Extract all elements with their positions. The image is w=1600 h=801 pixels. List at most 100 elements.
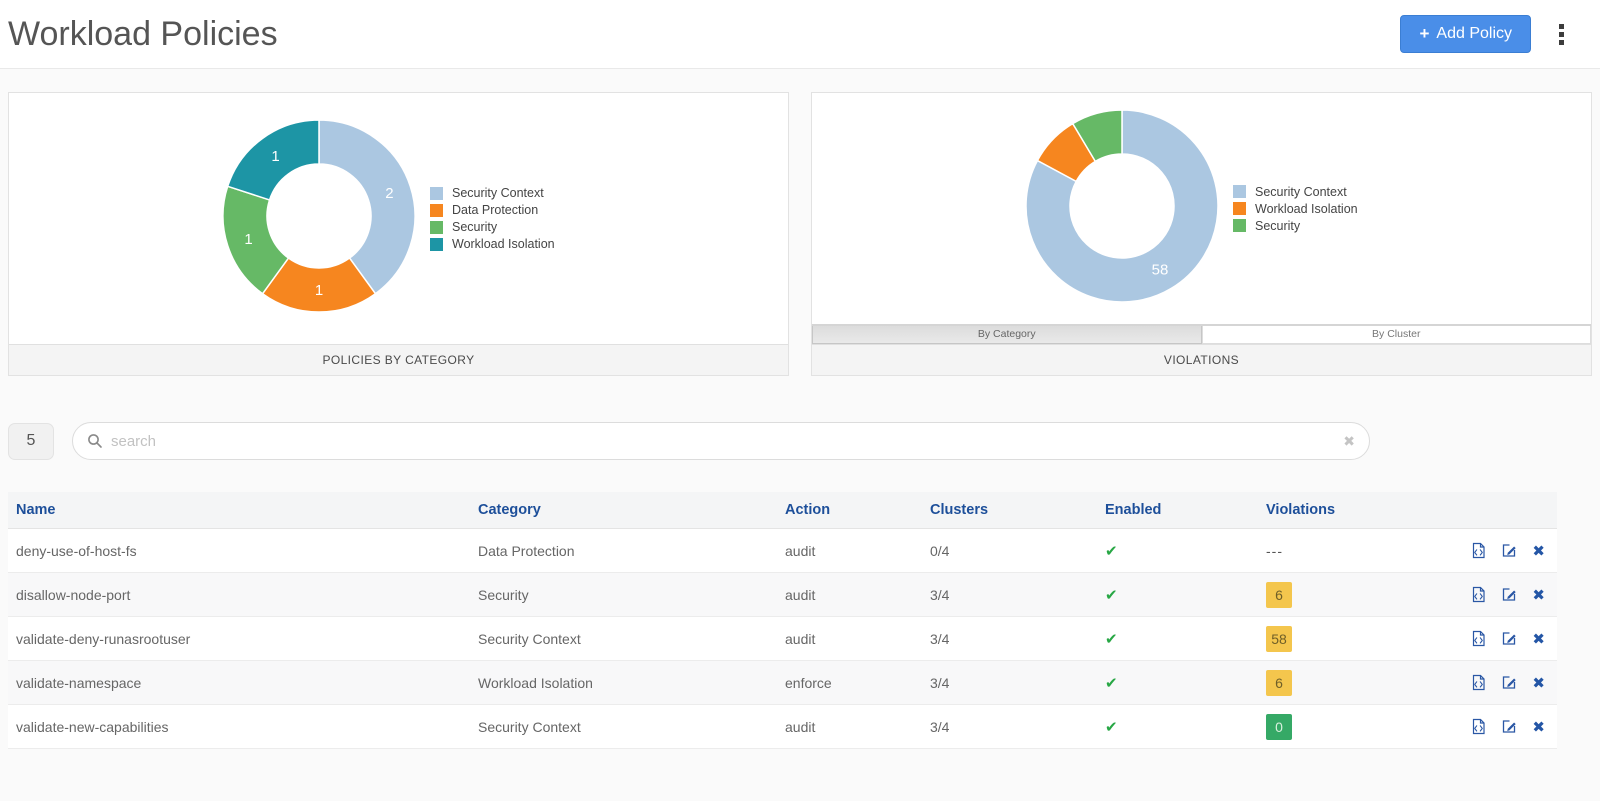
legend-label: Security Context [452, 186, 544, 200]
policies-chart-body: 2111 Security Context Data Protection Secu… [9, 93, 788, 344]
legend-item-security[interactable]: Security [1233, 219, 1358, 233]
violations-badge[interactable]: 58 [1266, 625, 1292, 652]
legend-item-security-context[interactable]: Security Context [430, 186, 555, 200]
page-header: Workload Policies + Add Policy [0, 0, 1600, 69]
violations-chart-legend: Security Context Workload Isolation Securi… [1233, 182, 1358, 236]
policy-violations-cell: 58 [1258, 616, 1470, 661]
delete-icon[interactable]: ✖ [1532, 718, 1545, 736]
column-header-name: Name [8, 492, 470, 529]
policy-violations-cell: 6 [1258, 660, 1470, 705]
policy-name-link[interactable]: validate-deny-runasrootuser [8, 616, 470, 661]
violations-panel: 58 Security Context Workload Isolation Sec… [811, 92, 1592, 376]
policy-category: Data Protection [470, 528, 777, 573]
policy-clusters: 3/4 [922, 616, 1097, 661]
violations-badge[interactable]: 6 [1266, 669, 1292, 696]
legend-item-security[interactable]: Security [430, 220, 555, 234]
policy-action: audit [777, 528, 922, 573]
row-actions-cell: ✖ [1470, 616, 1557, 661]
row-actions-cell: ✖ [1470, 528, 1557, 573]
yaml-file-icon[interactable] [1470, 674, 1487, 691]
add-policy-button[interactable]: + Add Policy [1400, 15, 1531, 53]
policy-enabled-cell: ✔ [1097, 528, 1258, 573]
legend-swatch [1233, 185, 1246, 198]
page-title: Workload Policies [8, 14, 278, 53]
policy-category: Security Context [470, 704, 777, 749]
edit-icon[interactable] [1501, 586, 1518, 603]
policy-action: audit [777, 616, 922, 661]
legend-item-data-protection[interactable]: Data Protection [430, 203, 555, 217]
policy-name-link[interactable]: deny-use-of-host-fs [8, 528, 470, 573]
policy-action: audit [777, 704, 922, 749]
legend-swatch [430, 237, 443, 251]
legend-label: Security [452, 220, 498, 234]
legend-label: Workload Isolation [1255, 201, 1358, 216]
policy-violations-cell: 6 [1258, 572, 1470, 617]
tab-by-category[interactable]: By Category [812, 326, 1202, 344]
delete-icon[interactable]: ✖ [1532, 630, 1545, 648]
legend-label: Workload Isolation [452, 237, 555, 251]
legend-label: Security [1255, 218, 1301, 233]
check-icon: ✔ [1105, 630, 1118, 648]
policy-name-link[interactable]: validate-namespace [8, 660, 470, 705]
donut-slice-label: 1 [271, 148, 279, 165]
legend-label: Security Context [1255, 184, 1347, 199]
violations-badge[interactable]: 0 [1266, 713, 1292, 740]
yaml-file-icon[interactable] [1470, 718, 1487, 735]
delete-icon[interactable]: ✖ [1532, 674, 1545, 692]
yaml-file-icon[interactable] [1470, 630, 1487, 647]
violations-panel-footer: VIOLATIONS [812, 344, 1591, 375]
policy-clusters: 3/4 [922, 660, 1097, 705]
policy-clusters: 3/4 [922, 704, 1097, 749]
violations-badge[interactable]: 6 [1266, 581, 1292, 608]
donut-slice-label: 1 [315, 282, 323, 299]
policies-table-body: deny-use-of-host-fs Data Protection audit 0… [8, 528, 1557, 749]
column-header-clusters: Clusters [922, 492, 1097, 529]
policies-chart-legend: Security Context Data Protection Security W… [430, 183, 555, 254]
legend-swatch [430, 203, 443, 217]
violations-donut: 58 [1017, 101, 1227, 316]
policy-violations-cell: 0 [1258, 704, 1470, 749]
kebab-menu-icon[interactable] [1553, 18, 1570, 51]
policy-name-link[interactable]: disallow-node-port [8, 572, 470, 617]
legend-item-workload-isolation[interactable]: Workload Isolation [430, 237, 555, 251]
yaml-file-icon[interactable] [1470, 542, 1487, 559]
legend-swatch [430, 220, 443, 234]
policies-by-category-donut: 2 1 1 1 [214, 111, 424, 326]
donut-slice-label: 1 [244, 231, 252, 248]
policy-violations-cell: --- [1258, 528, 1470, 573]
column-header-actions [1470, 492, 1557, 529]
legend-label: Data Protection [452, 203, 539, 217]
violations-empty: --- [1266, 542, 1283, 559]
edit-icon[interactable] [1501, 630, 1518, 647]
search-box[interactable]: ✖ [72, 422, 1370, 460]
check-icon: ✔ [1105, 718, 1118, 736]
legend-item-security-context[interactable]: Security Context [1233, 185, 1358, 199]
policies-by-category-panel: 2111 Security Context Data Protection Secu… [8, 92, 789, 376]
table-row: validate-deny-runasrootuser Security Cont… [8, 616, 1557, 661]
policies-table: Name Category Action Clusters Enabled Violati… [8, 492, 1557, 749]
delete-icon[interactable]: ✖ [1532, 542, 1545, 560]
policy-name-link[interactable]: validate-new-capabilities [8, 704, 470, 749]
policy-clusters: 3/4 [922, 572, 1097, 617]
policies-panel-footer: POLICIES BY CATEGORY [9, 344, 788, 375]
tab-by-cluster[interactable]: By Cluster [1201, 326, 1591, 344]
check-icon: ✔ [1105, 674, 1118, 692]
policy-category: Workload Isolation [470, 660, 777, 705]
legend-item-workload-isolation[interactable]: Workload Isolation [1233, 202, 1358, 216]
policy-enabled-cell: ✔ [1097, 572, 1258, 617]
clear-search-icon[interactable]: ✖ [1343, 433, 1355, 450]
table-row: validate-namespace Workload Isolation enfo… [8, 660, 1557, 705]
yaml-file-icon[interactable] [1470, 586, 1487, 603]
charts-row: 2111 Security Context Data Protection Secu… [8, 92, 1592, 376]
edit-icon[interactable] [1501, 542, 1518, 559]
plus-icon: + [1419, 24, 1430, 43]
row-actions-cell: ✖ [1470, 572, 1557, 617]
donut-slice-label: 58 [1152, 262, 1169, 279]
edit-icon[interactable] [1501, 718, 1518, 735]
table-row: disallow-node-port Security audit 3/4 ✔ 6 ✖ [8, 572, 1557, 617]
search-input[interactable] [111, 432, 1344, 450]
column-header-enabled: Enabled [1097, 492, 1258, 529]
delete-icon[interactable]: ✖ [1532, 586, 1545, 604]
edit-icon[interactable] [1501, 674, 1518, 691]
add-policy-label: Add Policy [1436, 25, 1512, 42]
